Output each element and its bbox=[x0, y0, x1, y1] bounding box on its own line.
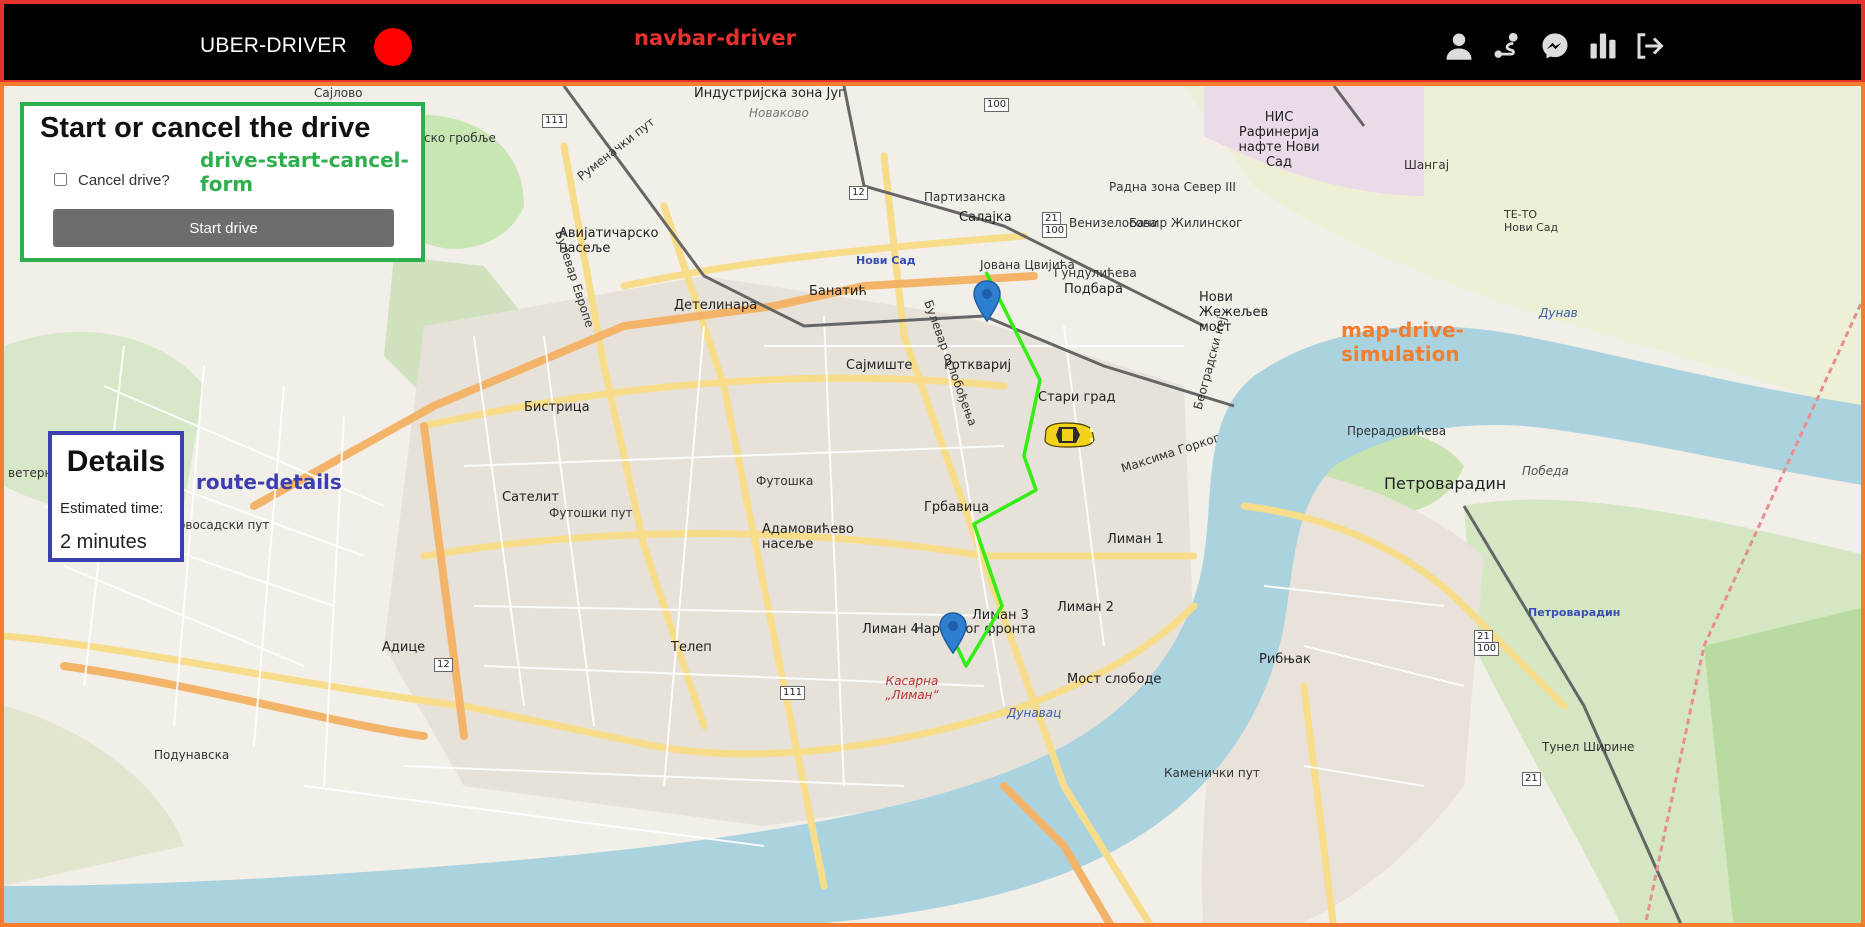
map-pin-icon[interactable] bbox=[938, 612, 968, 654]
map-label: Авијатичарско насеље bbox=[559, 226, 659, 256]
map-label: Индустријска зона Југ bbox=[694, 86, 845, 101]
map-label: Прерадовићева bbox=[1347, 424, 1447, 438]
map-label: Салајка bbox=[959, 210, 1012, 225]
details-title: Details bbox=[66, 445, 166, 478]
road-shield: 12 bbox=[434, 658, 453, 672]
brand-title[interactable]: UBER-DRIVER bbox=[200, 34, 347, 58]
map-label: Сајмиште bbox=[846, 358, 913, 373]
map-label: Детелинара bbox=[674, 298, 758, 313]
road-shield: 100 bbox=[1474, 642, 1500, 656]
map-label: Банатић bbox=[809, 284, 867, 299]
map-label: Нови Сад bbox=[856, 254, 916, 267]
road-shield: 12 bbox=[849, 186, 868, 200]
map-label: Касарна „Лиман“ bbox=[885, 674, 939, 702]
road-shield: 100 bbox=[1042, 224, 1068, 238]
form-title: Start or cancel the drive bbox=[40, 112, 371, 144]
map-label: Рибњак bbox=[1259, 652, 1311, 667]
map-label: Адамовићево насеље bbox=[762, 522, 854, 552]
map-label: Тунел Ширине bbox=[1542, 740, 1635, 754]
map-label: Сајлово bbox=[314, 86, 363, 100]
estimated-time-value: 2 minutes bbox=[60, 531, 147, 553]
map-label: Стари град bbox=[1038, 390, 1116, 405]
cancel-drive-label[interactable]: Cancel drive? bbox=[78, 172, 170, 189]
map-label: Сателит bbox=[502, 490, 559, 505]
map-label: ско гробље bbox=[424, 131, 496, 145]
estimated-time-label: Estimated time: bbox=[60, 500, 164, 517]
road-shield: 111 bbox=[542, 114, 568, 128]
map-label: Новаково bbox=[749, 106, 809, 120]
road-shield: 21 bbox=[1522, 772, 1541, 786]
map-label: Партизанска bbox=[924, 190, 1006, 204]
map-label: Футошки пут bbox=[549, 506, 633, 520]
map-label: Лиман 1 bbox=[1107, 532, 1164, 547]
map-label: Народног фронта bbox=[914, 622, 1036, 637]
navbar: UBER-DRIVER navbar-driver bbox=[0, 0, 1865, 84]
route-icon[interactable] bbox=[1492, 31, 1522, 61]
map-label: Подбара bbox=[1064, 282, 1123, 297]
map-label: Подунавска bbox=[154, 748, 230, 762]
map-label: Петроварадин bbox=[1528, 606, 1621, 619]
map-label: НИС Рафинерија нафте Нови Сад bbox=[1238, 110, 1320, 170]
map-label: Дунав bbox=[1539, 306, 1578, 320]
map-label: Футошка bbox=[756, 474, 814, 488]
map-label: Новосадски пут bbox=[169, 518, 270, 532]
map-label: Лиман 2 bbox=[1057, 600, 1114, 615]
logout-icon[interactable] bbox=[1634, 31, 1664, 61]
map-label: Радна зона Север III bbox=[1109, 180, 1236, 194]
map-label: Каменички пут bbox=[1164, 766, 1260, 780]
map-label: Бистрица bbox=[524, 400, 590, 415]
navbar-tag-label: navbar-driver bbox=[634, 26, 796, 50]
taxi-car-icon[interactable] bbox=[1042, 422, 1096, 448]
map-pin-icon[interactable] bbox=[972, 280, 1002, 322]
driver-status-indicator[interactable] bbox=[374, 28, 412, 66]
map-tag-label: map-drive-simulation bbox=[1341, 318, 1464, 366]
map-label: Дунавац bbox=[1007, 706, 1062, 720]
bar-chart-icon[interactable] bbox=[1588, 31, 1618, 61]
map-label: Петроварадин bbox=[1384, 474, 1507, 493]
cancel-drive-checkbox[interactable] bbox=[54, 173, 67, 186]
map-label: Гундулићева bbox=[1054, 266, 1137, 280]
messenger-icon[interactable] bbox=[1540, 31, 1570, 61]
details-tag-label: route-details bbox=[196, 470, 342, 494]
drive-start-cancel-form: Start or cancel the drive drive-start-ca… bbox=[20, 102, 425, 262]
map-label: Шангај bbox=[1404, 158, 1450, 172]
road-shield: 100 bbox=[984, 98, 1010, 112]
form-tag-label: drive-start-cancel-form bbox=[200, 148, 409, 196]
route-details: Details Estimated time: 2 minutes bbox=[48, 431, 184, 562]
map-label: Лиман 4 bbox=[862, 622, 919, 637]
map-label: Лиман 3 bbox=[972, 608, 1029, 623]
road-shield: 111 bbox=[780, 686, 806, 700]
user-icon[interactable] bbox=[1444, 31, 1474, 61]
map-label: Победа bbox=[1522, 464, 1569, 478]
map-label: Телеп bbox=[671, 640, 712, 655]
map-label: Адице bbox=[382, 640, 426, 655]
map-label: Мост слободе bbox=[1067, 672, 1162, 687]
map-label: ТЕ-ТО Нови Сад bbox=[1504, 208, 1559, 234]
map-label: Грбавица bbox=[924, 500, 990, 515]
map-label: Венизелосова bbox=[1069, 216, 1158, 230]
start-drive-button[interactable]: Start drive bbox=[53, 209, 394, 247]
